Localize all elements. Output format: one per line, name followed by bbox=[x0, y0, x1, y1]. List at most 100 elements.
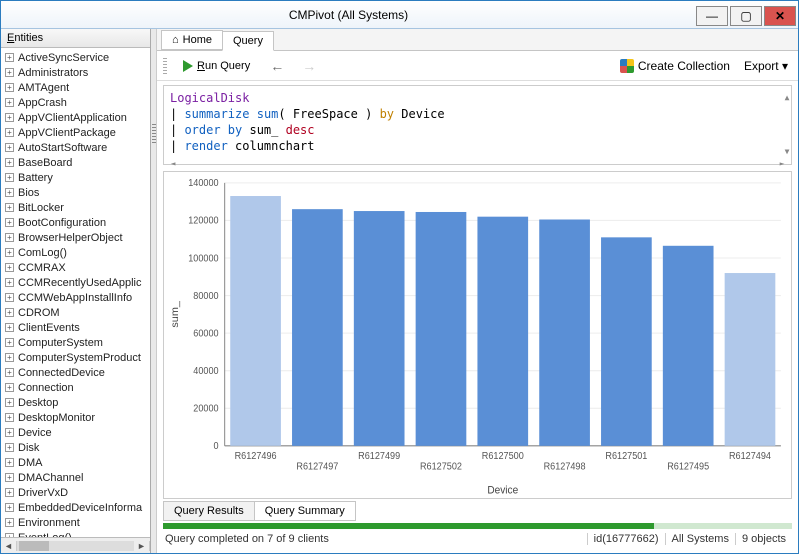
svg-text:R6127494: R6127494 bbox=[729, 451, 771, 462]
query-vscroll[interactable]: ▲▼ bbox=[783, 90, 791, 154]
entity-item[interactable]: + DMAChannel bbox=[1, 470, 150, 485]
close-button[interactable]: ✕ bbox=[764, 6, 796, 26]
splitter[interactable] bbox=[151, 29, 157, 553]
entity-item[interactable]: +Disk bbox=[1, 440, 150, 455]
scroll-right-icon[interactable]: ► bbox=[134, 541, 150, 551]
entity-item[interactable]: + BaseBoard bbox=[1, 155, 150, 170]
expand-icon[interactable]: + bbox=[5, 443, 14, 452]
expand-icon[interactable]: + bbox=[5, 398, 14, 407]
entity-item[interactable]: +Desktop bbox=[1, 395, 150, 410]
entity-item[interactable]: +BitLocker bbox=[1, 200, 150, 215]
expand-icon[interactable]: + bbox=[5, 248, 14, 257]
entity-item[interactable]: +AppCrash bbox=[1, 95, 150, 110]
entity-label: Device bbox=[18, 427, 52, 439]
svg-text:R6127499: R6127499 bbox=[358, 451, 400, 462]
expand-icon[interactable]: + bbox=[5, 173, 14, 182]
entity-item[interactable]: +BrowserHelperObject bbox=[1, 230, 150, 245]
titlebar: CMPivot (All Systems) — ▢ ✕ bbox=[1, 1, 798, 29]
expand-icon[interactable]: + bbox=[5, 503, 14, 512]
expand-icon[interactable]: + bbox=[5, 383, 14, 392]
entity-label: DMAChannel bbox=[18, 472, 83, 484]
entity-item[interactable]: +ComLog() bbox=[1, 245, 150, 260]
tab-query[interactable]: Query bbox=[222, 31, 274, 51]
svg-text:sum_: sum_ bbox=[170, 301, 181, 328]
entity-item[interactable]: +EventLog() bbox=[1, 530, 150, 537]
entity-item[interactable]: +Environment bbox=[1, 515, 150, 530]
entity-item[interactable]: + Device bbox=[1, 425, 150, 440]
entity-label: BaseBoard bbox=[18, 157, 72, 169]
expand-icon[interactable]: + bbox=[5, 368, 14, 377]
expand-icon[interactable]: + bbox=[5, 278, 14, 287]
entity-item[interactable]: +ActiveSyncService bbox=[1, 50, 150, 65]
svg-text:R6127495: R6127495 bbox=[667, 461, 709, 472]
query-hscroll[interactable]: ◄► bbox=[168, 156, 787, 164]
entity-item[interactable]: +DMA bbox=[1, 455, 150, 470]
entity-item[interactable]: +ComputerSystemProduct bbox=[1, 350, 150, 365]
entity-item[interactable]: +AutoStartSoftware bbox=[1, 140, 150, 155]
expand-icon[interactable]: + bbox=[5, 158, 14, 167]
entity-item[interactable]: +AppVClientPackage bbox=[1, 125, 150, 140]
expand-icon[interactable]: + bbox=[5, 353, 14, 362]
expand-icon[interactable]: + bbox=[5, 518, 14, 527]
svg-text:R6127497: R6127497 bbox=[296, 461, 338, 472]
export-button[interactable]: Export ▾ bbox=[740, 59, 792, 73]
tab-home[interactable]: ⌂ Home bbox=[161, 30, 223, 50]
tab-query-results[interactable]: Query Results bbox=[163, 501, 255, 521]
expand-icon[interactable]: + bbox=[5, 458, 14, 467]
nav-forward-button[interactable]: → bbox=[298, 58, 320, 74]
entity-item[interactable]: +AMTAgent bbox=[1, 80, 150, 95]
expand-icon[interactable]: + bbox=[5, 143, 14, 152]
entity-item[interactable]: +ComputerSystem bbox=[1, 335, 150, 350]
nav-back-button[interactable]: ← bbox=[266, 58, 288, 74]
svg-text:0: 0 bbox=[214, 441, 219, 452]
entities-list[interactable]: +ActiveSyncService+Administrators+AMTAge… bbox=[1, 48, 150, 537]
scroll-thumb[interactable] bbox=[19, 541, 49, 551]
expand-icon[interactable]: + bbox=[5, 293, 14, 302]
run-query-button[interactable]: Run Query bbox=[177, 58, 256, 74]
expand-icon[interactable]: + bbox=[5, 428, 14, 437]
entity-item[interactable]: +Battery bbox=[1, 170, 150, 185]
expand-icon[interactable]: + bbox=[5, 98, 14, 107]
tab-query-summary[interactable]: Query Summary bbox=[254, 501, 356, 521]
expand-icon[interactable]: + bbox=[5, 308, 14, 317]
expand-icon[interactable]: + bbox=[5, 323, 14, 332]
entity-label: Bios bbox=[18, 187, 39, 199]
expand-icon[interactable]: + bbox=[5, 488, 14, 497]
entity-item[interactable]: +EmbeddedDeviceInforma bbox=[1, 500, 150, 515]
entity-item[interactable]: +Administrators bbox=[1, 65, 150, 80]
entity-item[interactable]: +CDROM bbox=[1, 305, 150, 320]
entity-item[interactable]: +CCMWebAppInstallInfo bbox=[1, 290, 150, 305]
expand-icon[interactable]: + bbox=[5, 53, 14, 62]
entity-item[interactable]: +DriverVxD bbox=[1, 485, 150, 500]
entity-item[interactable]: +ConnectedDevice bbox=[1, 365, 150, 380]
minimize-button[interactable]: — bbox=[696, 6, 728, 26]
status-objects: 9 objects bbox=[735, 533, 792, 545]
scroll-track[interactable] bbox=[17, 541, 134, 551]
entity-item[interactable]: +CCMRecentlyUsedApplic bbox=[1, 275, 150, 290]
entity-item[interactable]: +ClientEvents bbox=[1, 320, 150, 335]
expand-icon[interactable]: + bbox=[5, 218, 14, 227]
entity-item[interactable]: +Connection bbox=[1, 380, 150, 395]
expand-icon[interactable]: + bbox=[5, 68, 14, 77]
expand-icon[interactable]: + bbox=[5, 413, 14, 422]
expand-icon[interactable]: + bbox=[5, 233, 14, 242]
expand-icon[interactable]: + bbox=[5, 338, 14, 347]
toolbar-grip-icon bbox=[163, 58, 167, 74]
entity-item[interactable]: +CCMRAX bbox=[1, 260, 150, 275]
scroll-left-icon[interactable]: ◄ bbox=[1, 541, 17, 551]
entity-item[interactable]: + Bios bbox=[1, 185, 150, 200]
entity-item[interactable]: +AppVClientApplication bbox=[1, 110, 150, 125]
entity-item[interactable]: +DesktopMonitor bbox=[1, 410, 150, 425]
expand-icon[interactable]: + bbox=[5, 188, 14, 197]
create-collection-button[interactable]: Create Collection bbox=[620, 59, 730, 73]
expand-icon[interactable]: + bbox=[5, 83, 14, 92]
entities-hscroll[interactable]: ◄ ► bbox=[1, 537, 150, 553]
expand-icon[interactable]: + bbox=[5, 128, 14, 137]
expand-icon[interactable]: + bbox=[5, 473, 14, 482]
entity-item[interactable]: +BootConfiguration bbox=[1, 215, 150, 230]
expand-icon[interactable]: + bbox=[5, 263, 14, 272]
expand-icon[interactable]: + bbox=[5, 203, 14, 212]
expand-icon[interactable]: + bbox=[5, 113, 14, 122]
query-editor[interactable]: LogicalDisk | summarize sum( FreeSpace )… bbox=[163, 85, 792, 165]
maximize-button[interactable]: ▢ bbox=[730, 6, 762, 26]
